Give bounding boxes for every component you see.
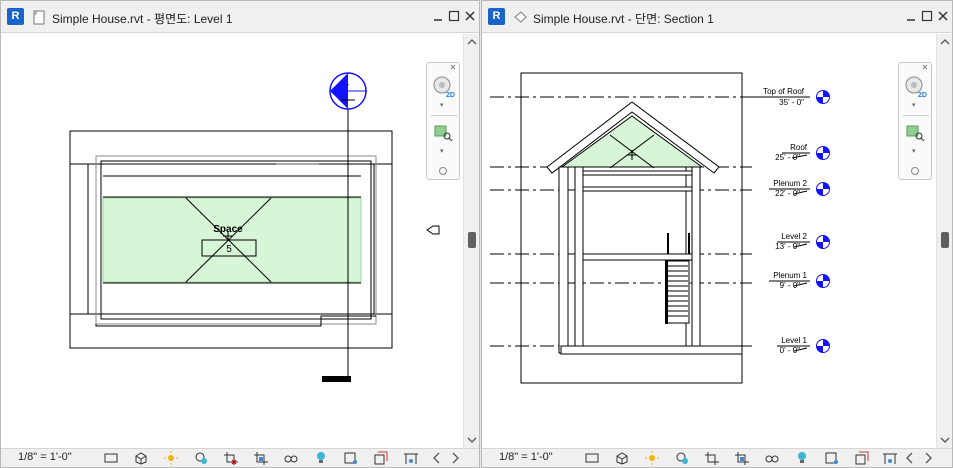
svg-text:Level 1: Level 1	[781, 336, 807, 345]
scrollbar-thumb[interactable]	[468, 232, 476, 248]
level-head-level-1[interactable]: Level 1 0' - 0"	[777, 336, 830, 355]
drawing-canvas[interactable]: Space 5 - ✕ 2D ▾ ▾	[1, 34, 463, 448]
view-control-bar: 1/8" = 1'-0"	[1, 448, 479, 467]
navbar-close-icon[interactable]: ✕	[449, 64, 457, 72]
shadows-icon[interactable]	[674, 451, 690, 465]
close-icon[interactable]	[463, 9, 477, 23]
view-scale[interactable]: 1/8" = 1'-0"	[499, 451, 553, 463]
title-bar[interactable]: R Simple House.rvt - 단면: Section 1	[482, 1, 952, 33]
steering-wheel-icon[interactable]: 2D	[432, 75, 456, 99]
section-view-icon	[514, 11, 527, 23]
navbar-divider	[431, 115, 457, 116]
shadows-icon[interactable]	[193, 451, 209, 465]
svg-text:Level 2: Level 2	[781, 232, 807, 241]
window-title: Simple House.rvt - 평면도: Level 1	[52, 12, 233, 26]
navbar-divider	[903, 115, 929, 116]
document-icon	[33, 10, 45, 25]
svg-text:Plenum 1: Plenum 1	[773, 271, 807, 280]
level-head-plenum-2[interactable]: Plenum 2 22' - 0"	[769, 179, 830, 198]
svg-text:2D: 2D	[446, 92, 455, 99]
temporary-hide-icon[interactable]	[764, 451, 780, 465]
minimize-icon[interactable]	[904, 9, 918, 23]
minimize-icon[interactable]	[431, 9, 445, 23]
analytical-model-icon[interactable]	[824, 451, 840, 465]
navbar-options-icon[interactable]	[911, 167, 919, 175]
close-icon[interactable]	[936, 9, 950, 23]
elevation-marker-icon[interactable]	[426, 225, 440, 235]
reveal-hidden-icon[interactable]	[794, 451, 810, 465]
visual-style-icon[interactable]	[614, 451, 630, 465]
svg-text:22' - 0": 22' - 0"	[775, 189, 800, 198]
zoom-region-icon[interactable]	[433, 123, 455, 143]
navigation-bar[interactable]: ✕ 2D ▾ ▾	[426, 62, 460, 180]
zoom-region-icon[interactable]	[905, 123, 927, 143]
svg-text:2D: 2D	[918, 92, 927, 99]
zoom-dropdown-icon[interactable]: ▾	[912, 147, 916, 155]
analytical-model-icon[interactable]	[343, 451, 359, 465]
svg-text:-: -	[347, 80, 350, 89]
detail-level-icon[interactable]	[584, 451, 600, 465]
highlight-displacement-icon[interactable]	[854, 451, 870, 465]
highlight-displacement-icon[interactable]	[373, 451, 389, 465]
scroll-left-icon[interactable]	[902, 451, 918, 465]
svg-text:0' - 0": 0' - 0"	[780, 346, 801, 355]
zoom-dropdown-icon[interactable]: ▾	[440, 147, 444, 155]
title-bar[interactable]: R Simple House.rvt - 평면도: Level 1	[1, 1, 479, 33]
sun-path-icon[interactable]	[163, 451, 179, 465]
steering-wheel-icon[interactable]: 2D	[904, 75, 928, 99]
vertical-scrollbar[interactable]	[463, 34, 479, 448]
svg-text:35' - 0": 35' - 0"	[779, 98, 804, 107]
section-head-icon[interactable]: -	[329, 72, 367, 110]
svg-text:25' - 0": 25' - 0"	[775, 153, 800, 162]
level-head-roof[interactable]: Roof 25' - 0"	[775, 143, 830, 162]
steering-dropdown-icon[interactable]: ▾	[912, 101, 916, 109]
temporary-hide-icon[interactable]	[283, 451, 299, 465]
show-crop-icon[interactable]	[734, 451, 750, 465]
svg-text:Plenum 2: Plenum 2	[773, 179, 807, 188]
crop-view-icon[interactable]	[704, 451, 720, 465]
detail-level-icon[interactable]	[103, 451, 119, 465]
scroll-up-icon[interactable]	[940, 38, 950, 46]
scroll-up-icon[interactable]	[467, 38, 477, 46]
worksharing-icon[interactable]	[403, 451, 419, 465]
view-control-bar: 1/8" = 1'-0"	[482, 448, 952, 467]
level-head-plenum-1[interactable]: Plenum 1 9' - 0"	[769, 271, 830, 290]
revit-app-icon: R	[488, 8, 505, 25]
scroll-down-icon[interactable]	[467, 436, 477, 444]
svg-text:9' - 0": 9' - 0"	[780, 281, 801, 290]
window-title: Simple House.rvt - 단면: Section 1	[533, 12, 714, 26]
space-number-label: 5	[226, 244, 232, 255]
svg-text:Top of Roof: Top of Roof	[763, 87, 805, 96]
svg-text:Roof: Roof	[790, 143, 808, 152]
section-drawing: Top of Roof 35' - 0" Roof 25' - 0" Plenu…	[490, 72, 830, 384]
revit-app-icon: R	[7, 8, 24, 25]
floor-plan-drawing: Space 5 -	[69, 72, 440, 382]
restore-icon[interactable]	[447, 9, 461, 23]
level-head-top-of-roof[interactable]: Top of Roof 35' - 0"	[752, 87, 830, 107]
scroll-right-icon[interactable]	[920, 451, 936, 465]
scrollbar-thumb[interactable]	[941, 232, 949, 248]
floor-plan-view-window[interactable]: R Simple House.rvt - 평면도: Level 1 Space …	[0, 0, 480, 468]
svg-text:13' - 0": 13' - 0"	[775, 242, 800, 251]
steering-dropdown-icon[interactable]: ▾	[440, 101, 444, 109]
vertical-scrollbar[interactable]	[936, 34, 952, 448]
worksharing-icon[interactable]	[882, 451, 898, 465]
view-scale[interactable]: 1/8" = 1'-0"	[18, 451, 72, 463]
visual-style-icon[interactable]	[133, 451, 149, 465]
section-view-window[interactable]: R Simple House.rvt - 단면: Section 1 Top o…	[481, 0, 953, 468]
scroll-right-icon[interactable]	[447, 451, 463, 465]
reveal-hidden-icon[interactable]	[313, 451, 329, 465]
sun-path-icon[interactable]	[644, 451, 660, 465]
scroll-down-icon[interactable]	[940, 436, 950, 444]
navbar-close-icon[interactable]: ✕	[921, 64, 929, 72]
navigation-bar[interactable]: ✕ 2D ▾ ▾	[898, 62, 932, 180]
level-head-level-2[interactable]: Level 2 13' - 0"	[775, 232, 830, 251]
scroll-left-icon[interactable]	[429, 451, 445, 465]
navbar-options-icon[interactable]	[439, 167, 447, 175]
crop-view-icon[interactable]	[223, 451, 239, 465]
drawing-canvas[interactable]: Top of Roof 35' - 0" Roof 25' - 0" Plenu…	[482, 34, 936, 448]
show-crop-icon[interactable]	[253, 451, 269, 465]
restore-icon[interactable]	[920, 9, 934, 23]
